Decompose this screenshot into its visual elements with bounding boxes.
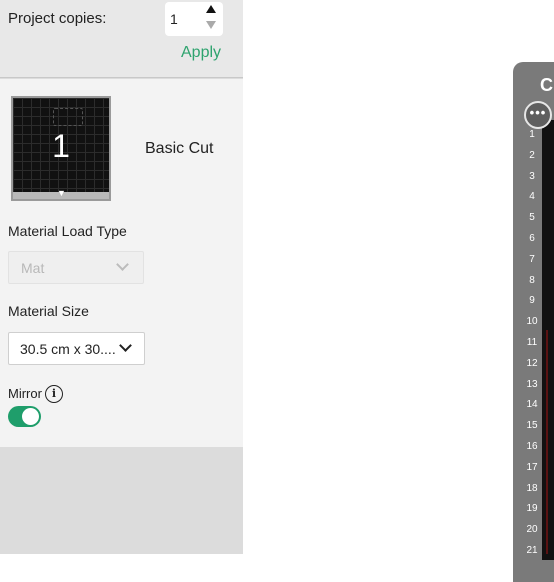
ruler-number: 13 [526, 378, 538, 390]
ruler-number: 17 [526, 461, 538, 473]
ruler-number: 14 [526, 399, 538, 411]
more-icon[interactable]: ••• [524, 101, 552, 129]
ruler-number: 4 [529, 191, 535, 203]
chevron-down-icon [116, 258, 129, 271]
mat-preview-title: C [540, 75, 553, 95]
ruler-number: 12 [526, 357, 538, 369]
ruler-number: 3 [529, 170, 535, 182]
mat-thumbnail[interactable]: 1 ▼ [11, 96, 111, 201]
ruler-number: 5 [529, 212, 535, 224]
mat-preview-surface[interactable] [542, 120, 554, 560]
material-load-type-label: Material Load Type [8, 223, 127, 239]
mat-edge-strip: ▼ [13, 188, 109, 199]
mat-name: Basic Cut [145, 140, 214, 157]
mat-settings: 1 ▼ Basic Cut Material Load Type Mat Mat… [0, 79, 243, 447]
ruler-number: 20 [526, 524, 538, 536]
ruler-number: 18 [526, 482, 538, 494]
ruler-number: 11 [526, 337, 538, 348]
mirror-toggle[interactable] [8, 406, 41, 427]
project-copies-value[interactable]: 1 [170, 11, 178, 27]
material-size-select[interactable]: 30.5 cm x 30.... [8, 332, 145, 365]
spinner-up-icon[interactable] [206, 5, 216, 13]
material-size-label: Material Size [8, 303, 89, 319]
toggle-knob [22, 408, 39, 425]
info-icon[interactable]: i [45, 385, 63, 403]
ruler-number: 7 [529, 253, 535, 265]
apply-button[interactable]: Apply [181, 44, 221, 62]
ruler-number: 21 [526, 545, 538, 556]
project-copies-label: Project copies: [8, 10, 107, 27]
ruler-number: 8 [529, 274, 535, 286]
project-copies-bar: Project copies: 1 Apply [0, 0, 243, 78]
mat-logo-mark [53, 108, 83, 126]
ruler-number: 2 [529, 149, 535, 161]
mat-down-arrow-icon: ▼ [57, 188, 66, 198]
left-panel: Project copies: 1 Apply 1 ▼ Basic Cut Ma… [0, 0, 243, 554]
ruler-number: 15 [526, 420, 538, 432]
spinner-down-icon[interactable] [206, 21, 216, 29]
vertical-ruler: 1 2 3 4 5 6 7 8 9 10 11 12 13 14 15 16 17 18 19 20 21 [523, 127, 541, 556]
material-load-type-select[interactable]: Mat [8, 251, 144, 284]
ruler-number: 10 [526, 316, 538, 328]
mirror-label: Mirror [8, 386, 42, 401]
ruler-number: 16 [526, 441, 538, 452]
material-load-type-value: Mat [21, 260, 45, 276]
project-copies-stepper[interactable]: 1 [165, 2, 223, 36]
ruler-number: 6 [529, 233, 535, 244]
ruler-number: 19 [526, 503, 538, 515]
material-size-value: 30.5 cm x 30.... [20, 341, 116, 357]
chevron-down-icon [119, 339, 132, 352]
mat-preview-cut-edge [546, 330, 548, 554]
ruler-number: 9 [529, 295, 535, 307]
ruler-number: 1 [529, 129, 535, 140]
mat-number: 1 [52, 128, 70, 164]
